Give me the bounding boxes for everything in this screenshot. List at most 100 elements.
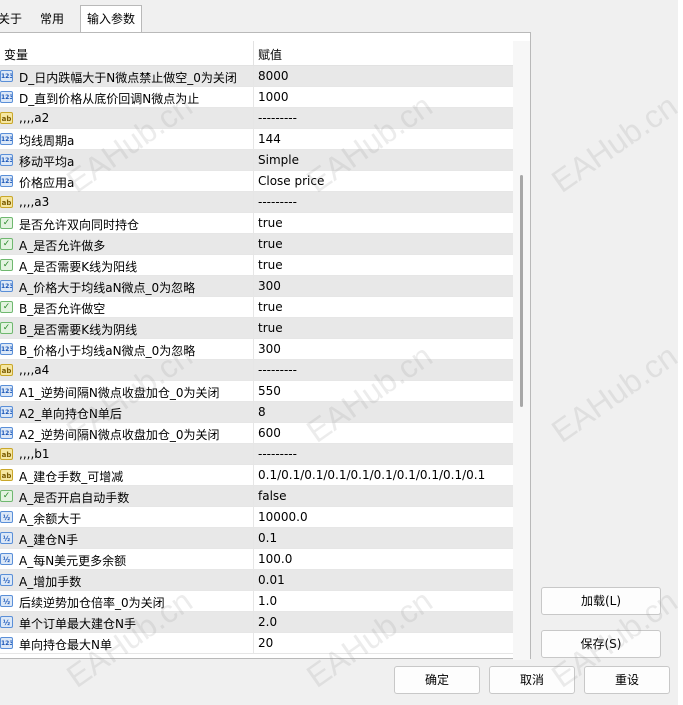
tab-common[interactable]: 常用 [34, 8, 70, 32]
table-row[interactable]: 123 D_日内跌幅大于N微点禁止做空_0为关闭 8000 [0, 66, 513, 87]
parameter-value[interactable]: 2.0 [258, 615, 277, 629]
column-divider [253, 507, 254, 527]
parameter-value[interactable]: 600 [258, 426, 281, 440]
parameter-value[interactable]: 300 [258, 279, 281, 293]
parameter-value[interactable]: --------- [258, 111, 297, 125]
tab-input-parameters[interactable]: 输入参数 [80, 5, 143, 33]
header-column-divider[interactable] [253, 41, 254, 65]
table-row[interactable]: 123 B_价格小于均线aN微点_0为忽略 300 [0, 339, 513, 360]
table-row[interactable]: ✓ A_是否需要K线为阳线 true [0, 255, 513, 276]
parameter-value[interactable]: Simple [258, 153, 299, 167]
parameter-value[interactable]: 0.1/0.1/0.1/0.1/0.1/0.1/0.1/0.1/0.1/0.1 [258, 468, 485, 482]
int-type-icon: 123 [0, 70, 13, 82]
column-divider [253, 213, 254, 233]
table-row[interactable]: ab ,,,,a3 --------- [0, 192, 513, 213]
reset-button[interactable]: 重设 [584, 666, 670, 694]
parameter-name: D_日内跌幅大于N微点禁止做空_0为关闭 [19, 71, 237, 85]
scrollbar-thumb[interactable] [520, 175, 523, 407]
parameter-value[interactable]: 0.01 [258, 573, 285, 587]
int-type-icon: 123 [0, 133, 13, 145]
table-row[interactable]: ½ A_增加手数 0.01 [0, 570, 513, 591]
int-type-icon: 123 [0, 427, 13, 439]
parameter-value[interactable]: 8000 [258, 69, 289, 83]
column-divider [253, 528, 254, 548]
table-row[interactable]: 123 A2_逆势间隔N微点收盘加仓_0为关闭 600 [0, 423, 513, 444]
table-row[interactable]: 123 A1_逆势间隔N微点收盘加仓_0为关闭 550 [0, 381, 513, 402]
save-button[interactable]: 保存(S) [541, 630, 661, 658]
parameter-value[interactable]: 300 [258, 342, 281, 356]
table-row[interactable]: 123 单向持仓最大N单 20 [0, 633, 513, 654]
parameter-value[interactable]: 1.0 [258, 594, 277, 608]
table-row[interactable]: ✓ 是否允许双向同时持仓 true [0, 213, 513, 234]
dbl-type-icon: ½ [0, 574, 13, 586]
table-row[interactable]: 123 A2_单向持仓N单后 8 [0, 402, 513, 423]
int-type-icon: 123 [0, 406, 13, 418]
parameter-name: A_余额大于 [19, 512, 82, 526]
parameter-value[interactable]: --------- [258, 363, 297, 377]
table-row[interactable]: 123 D_直到价格从底价回调N微点为止 1000 [0, 87, 513, 108]
parameter-name: 单个订单最大建仓N手 [19, 617, 136, 631]
parameter-value[interactable]: true [258, 321, 283, 335]
parameter-value[interactable]: 20 [258, 636, 273, 650]
table-row[interactable]: ab ,,,,a4 --------- [0, 360, 513, 381]
table-row[interactable]: ✓ A_是否开启自动手数 false [0, 486, 513, 507]
column-divider [253, 612, 254, 632]
parameter-name: A_是否开启自动手数 [19, 491, 130, 505]
table-row[interactable]: ½ 单个订单最大建仓N手 2.0 [0, 612, 513, 633]
table-row[interactable]: ab ,,,,a2 --------- [0, 108, 513, 129]
column-divider [253, 402, 254, 422]
table-row[interactable]: ½ A_建仓N手 0.1 [0, 528, 513, 549]
column-divider [253, 549, 254, 569]
bool-type-icon: ✓ [0, 490, 13, 502]
parameter-value[interactable]: --------- [258, 447, 297, 461]
str-type-icon: ab [0, 448, 13, 460]
table-row[interactable]: ✓ B_是否需要K线为阴线 true [0, 318, 513, 339]
table-row[interactable]: ½ 后续逆势加仓倍率_0为关闭 1.0 [0, 591, 513, 612]
table-row[interactable]: 123 A_价格大于均线aN微点_0为忽略 300 [0, 276, 513, 297]
parameter-value[interactable]: false [258, 489, 287, 503]
parameter-value[interactable]: --------- [258, 195, 297, 209]
parameter-value[interactable]: 10000.0 [258, 510, 308, 524]
column-divider [253, 234, 254, 254]
table-row[interactable]: ½ A_每N美元更多余额 100.0 [0, 549, 513, 570]
parameter-value[interactable]: 144 [258, 132, 281, 146]
table-row[interactable]: ab ,,,,b1 --------- [0, 444, 513, 465]
column-divider [253, 444, 254, 464]
parameter-value[interactable]: 8 [258, 405, 266, 419]
table-row[interactable]: 123 移动平均a Simple [0, 150, 513, 171]
bool-type-icon: ✓ [0, 301, 13, 313]
parameter-value[interactable]: 550 [258, 384, 281, 398]
column-divider [253, 360, 254, 380]
table-row[interactable]: ab A_建仓手数_可增减 0.1/0.1/0.1/0.1/0.1/0.1/0.1/… [0, 465, 513, 486]
parameter-name: ,,,,a4 [19, 363, 50, 377]
vertical-scrollbar[interactable] [513, 41, 530, 660]
parameter-value[interactable]: 100.0 [258, 552, 292, 566]
load-button[interactable]: 加载(L) [541, 587, 661, 615]
parameter-value[interactable]: true [258, 300, 283, 314]
table-row[interactable]: 123 均线周期a 144 [0, 129, 513, 150]
int-type-icon: 123 [0, 154, 13, 166]
header-variable[interactable]: 变量 [4, 46, 28, 63]
watermark: EAHub.cn [545, 337, 683, 450]
column-divider [253, 66, 254, 86]
column-divider [253, 318, 254, 338]
bool-type-icon: ✓ [0, 238, 13, 250]
dbl-type-icon: ½ [0, 532, 13, 544]
parameter-value[interactable]: 0.1 [258, 531, 277, 545]
ok-button[interactable]: 确定 [394, 666, 480, 694]
column-divider [253, 276, 254, 296]
table-row[interactable]: 123 价格应用a Close price [0, 171, 513, 192]
int-type-icon: 123 [0, 91, 13, 103]
parameter-value[interactable]: 1000 [258, 90, 289, 104]
header-value[interactable]: 赋值 [258, 46, 282, 63]
parameter-value[interactable]: Close price [258, 174, 324, 188]
table-row[interactable]: ½ A_余额大于 10000.0 [0, 507, 513, 528]
table-row[interactable]: ✓ B_是否允许做空 true [0, 297, 513, 318]
parameter-value[interactable]: true [258, 258, 283, 272]
cancel-button[interactable]: 取消 [489, 666, 575, 694]
table-row[interactable]: ✓ A_是否允许做多 true [0, 234, 513, 255]
str-type-icon: ab [0, 469, 13, 481]
tab-about[interactable]: 关于 [0, 8, 28, 32]
parameter-value[interactable]: true [258, 237, 283, 251]
parameter-value[interactable]: true [258, 216, 283, 230]
